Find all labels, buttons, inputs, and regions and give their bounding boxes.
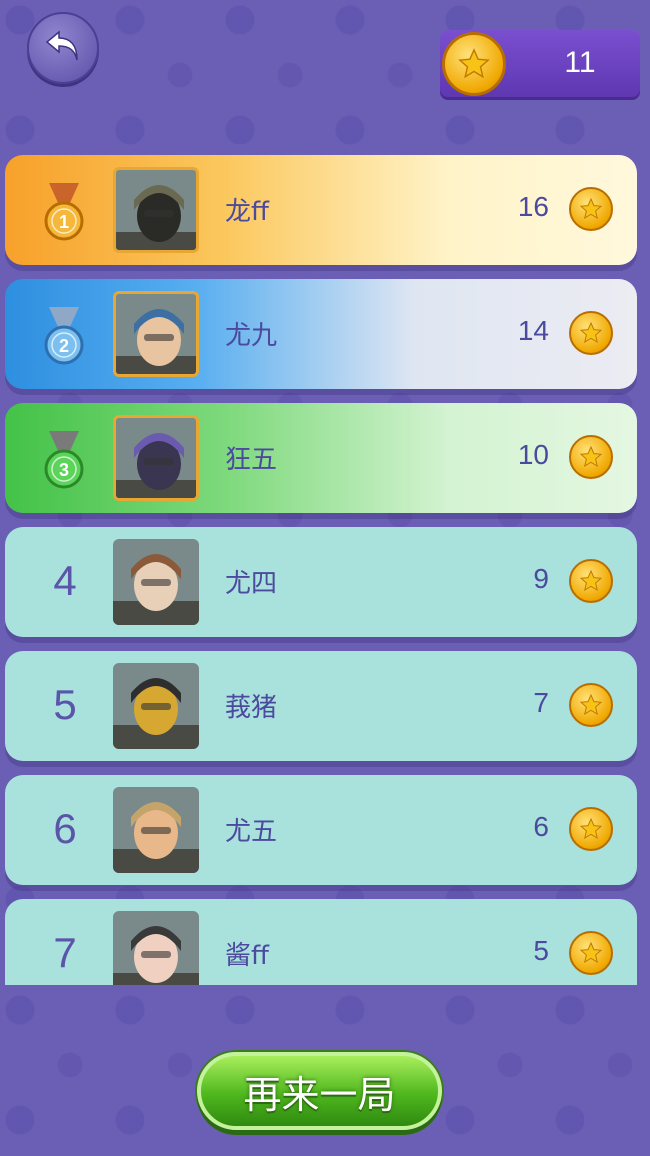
player-score: 16 xyxy=(517,191,549,222)
rank-number: 6 xyxy=(53,805,77,852)
gold-coin-icon xyxy=(569,435,613,479)
player-score: 10 xyxy=(517,439,549,470)
player-avatar xyxy=(113,787,199,873)
rank-number: 7 xyxy=(53,929,77,976)
rank-number: 5 xyxy=(53,681,77,728)
svg-text:3: 3 xyxy=(59,460,69,480)
player-avatar xyxy=(113,911,199,985)
player-score: 9 xyxy=(533,563,549,594)
leaderboard-row: 2 尤九 14 xyxy=(5,279,637,389)
back-arrow-icon xyxy=(43,26,83,70)
player-avatar xyxy=(113,415,199,501)
leaderboard-row: 5 莪猪 7 xyxy=(5,651,637,761)
gold-coin-icon xyxy=(569,187,613,231)
player-avatar xyxy=(113,167,199,253)
player-name: 龙ff xyxy=(225,197,269,227)
leaderboard-row: 4 尤四 9 xyxy=(5,527,637,637)
player-avatar xyxy=(113,291,199,377)
coin-balance: 11 xyxy=(440,30,640,100)
bronze-green-medal-icon: 3 xyxy=(39,431,89,491)
player-score: 5 xyxy=(533,935,549,966)
gold-medal-icon: 1 xyxy=(39,183,89,243)
play-again-label: 再来一局 xyxy=(243,1072,396,1117)
gold-coin-icon xyxy=(569,931,613,975)
player-name: 尤四 xyxy=(225,569,278,599)
leaderboard-row: 1 龙ff 16 xyxy=(5,155,637,265)
coin-count: 11 xyxy=(564,46,596,79)
player-name: 狂五 xyxy=(225,445,278,475)
play-again-button[interactable]: 再来一局 xyxy=(197,1052,442,1130)
leaderboard-list[interactable]: 1 龙ff 16 2 尤九 14 3 狂五 10 4 尤四 9 5 莪猪 7 6 尤五 6 7 酱ff 5 xyxy=(0,150,650,985)
player-name: 尤九 xyxy=(225,321,278,351)
gold-coin-icon xyxy=(569,807,613,851)
leaderboard-row: 3 狂五 10 xyxy=(5,403,637,513)
svg-text:1: 1 xyxy=(59,212,69,232)
player-avatar xyxy=(113,663,199,749)
silver-medal-icon: 2 xyxy=(39,307,89,367)
svg-text:2: 2 xyxy=(59,336,69,356)
gold-coin-icon xyxy=(569,683,613,727)
player-score: 14 xyxy=(517,315,549,346)
back-button[interactable] xyxy=(27,12,99,84)
player-score: 7 xyxy=(533,687,549,718)
leaderboard-row: 6 尤五 6 xyxy=(5,775,637,885)
leaderboard-row: 7 酱ff 5 xyxy=(5,899,637,985)
rank-number: 4 xyxy=(53,557,77,604)
player-avatar xyxy=(113,539,199,625)
gold-coin-icon xyxy=(442,32,506,96)
gold-coin-icon xyxy=(569,311,613,355)
player-name: 尤五 xyxy=(225,817,278,847)
gold-coin-icon xyxy=(569,559,613,603)
player-score: 6 xyxy=(533,811,549,842)
player-name: 莪猪 xyxy=(225,693,278,723)
player-name: 酱ff xyxy=(225,941,269,971)
